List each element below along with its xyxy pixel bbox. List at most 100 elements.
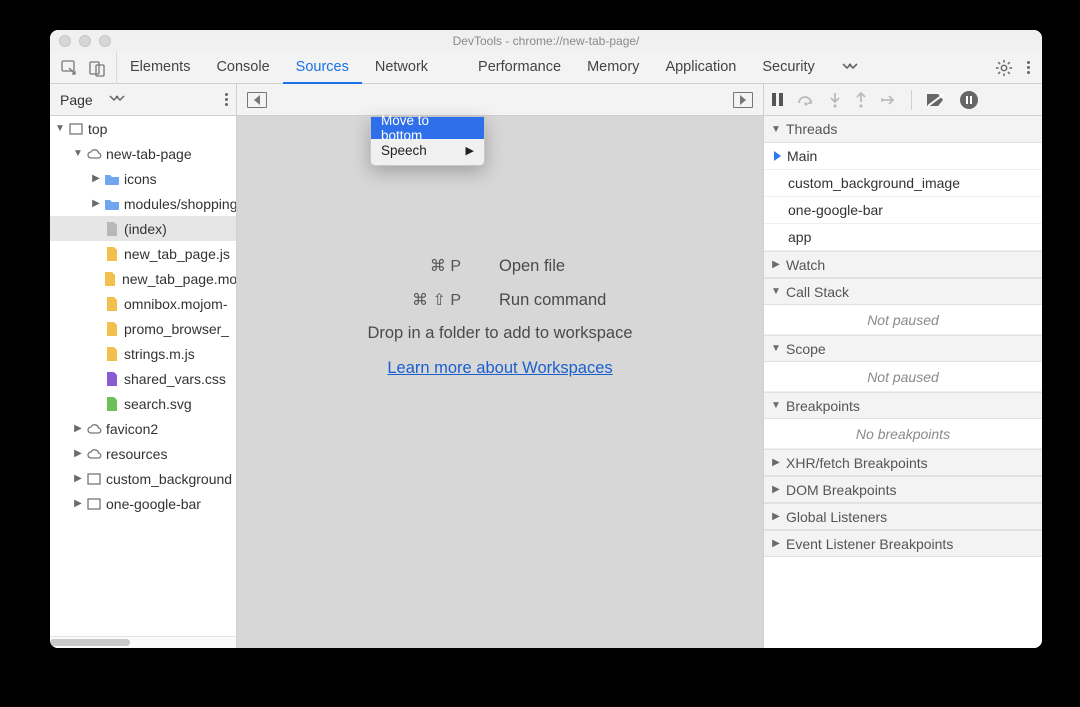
navigator-overflow-icon[interactable] bbox=[109, 95, 125, 104]
tree-label: custom_background bbox=[106, 471, 232, 487]
navigator-more-icon[interactable] bbox=[225, 93, 228, 106]
chevron-right-icon[interactable]: ▶ bbox=[72, 473, 84, 484]
shortcut-open-file-label: Open file bbox=[499, 257, 649, 276]
shortcut-run-command-label: Run command bbox=[499, 291, 649, 310]
thread-row[interactable]: app bbox=[764, 224, 1042, 251]
folder-icon bbox=[104, 171, 120, 187]
chevron-right-icon[interactable]: ▶ bbox=[90, 173, 102, 184]
section-callstack[interactable]: ▼Call Stack bbox=[764, 278, 1042, 305]
scope-status: Not paused bbox=[764, 362, 1042, 392]
section-dom[interactable]: ▶DOM Breakpoints bbox=[764, 476, 1042, 503]
deactivate-breakpoints-icon[interactable] bbox=[926, 93, 946, 107]
section-breakpoints[interactable]: ▼Breakpoints bbox=[764, 392, 1042, 419]
tree-label: icons bbox=[124, 171, 157, 187]
more-menu-icon[interactable] bbox=[1027, 61, 1030, 74]
pause-on-exceptions-icon[interactable] bbox=[960, 91, 978, 109]
shortcut-open-file-keys: ⌘ P bbox=[351, 256, 461, 276]
ctx-item-label: Move to bottom bbox=[381, 113, 474, 143]
tabs-overflow[interactable] bbox=[828, 52, 872, 84]
step-over-icon[interactable] bbox=[797, 93, 815, 107]
chevron-right-icon[interactable]: ▶ bbox=[72, 448, 84, 459]
thread-row[interactable]: Main bbox=[764, 143, 1042, 170]
section-scope[interactable]: ▼Scope bbox=[764, 335, 1042, 362]
file-yellow-icon bbox=[104, 346, 120, 362]
tree-row[interactable]: (index) bbox=[50, 216, 236, 241]
drop-hint: Drop in a folder to add to workspace bbox=[351, 324, 649, 343]
step-into-icon[interactable] bbox=[829, 92, 841, 108]
chevron-down-icon[interactable]: ▼ bbox=[54, 123, 66, 134]
section-event[interactable]: ▶Event Listener Breakpoints bbox=[764, 530, 1042, 557]
tab-elements[interactable]: Elements bbox=[117, 52, 203, 84]
tab-memory[interactable]: Memory bbox=[574, 52, 652, 84]
chevron-down-icon[interactable]: ▼ bbox=[72, 148, 84, 159]
file-tree[interactable]: ▼ top ▼new-tab-page ▶ icons ▶modules/shopping… bbox=[50, 116, 236, 636]
thread-row[interactable]: one-google-bar bbox=[764, 197, 1042, 224]
tree-label: new_tab_page.mojom bbox=[122, 271, 236, 287]
tree-row[interactable]: new_tab_page.js bbox=[50, 241, 236, 266]
section-global[interactable]: ▶Global Listeners bbox=[764, 503, 1042, 530]
file-green-icon bbox=[104, 396, 120, 412]
main-tabs-row: Elements Console Sources Network Perform… bbox=[50, 52, 1042, 84]
tree-row[interactable]: ▶favicon2 bbox=[50, 416, 236, 441]
breakpoints-status: No breakpoints bbox=[764, 419, 1042, 449]
columns: ▼ top ▼new-tab-page ▶ icons ▶modules/shopping… bbox=[50, 116, 1042, 648]
cloud-icon bbox=[86, 421, 102, 437]
cloud-icon bbox=[86, 146, 102, 162]
device-toolbar-icon[interactable] bbox=[88, 59, 106, 77]
tree-row[interactable]: ▶resources bbox=[50, 441, 236, 466]
tree-row[interactable]: ▼ top bbox=[50, 116, 236, 141]
sidebar-scrollbar[interactable] bbox=[50, 636, 236, 648]
tab-performance[interactable]: Performance bbox=[465, 52, 574, 84]
tree-row[interactable]: ▶modules/shopping bbox=[50, 191, 236, 216]
tree-row[interactable]: search.svg bbox=[50, 391, 236, 416]
collapse-navigator-icon[interactable] bbox=[247, 92, 267, 108]
section-threads[interactable]: ▼Threads bbox=[764, 116, 1042, 143]
close-icon[interactable] bbox=[59, 35, 71, 47]
workspaces-link[interactable]: Learn more about Workspaces bbox=[387, 359, 612, 377]
collapse-debugger-icon[interactable] bbox=[733, 92, 753, 108]
chevron-right-icon[interactable]: ▶ bbox=[72, 423, 84, 434]
zoom-icon[interactable] bbox=[99, 35, 111, 47]
tab-sources[interactable]: Sources bbox=[283, 52, 362, 84]
file-yellow-icon bbox=[104, 321, 120, 337]
tree-label: (index) bbox=[124, 221, 167, 237]
file-yellow-icon bbox=[104, 246, 120, 262]
tab-security[interactable]: Security bbox=[749, 52, 827, 84]
navigator-sidebar: ▼ top ▼new-tab-page ▶ icons ▶modules/shopping… bbox=[50, 116, 237, 648]
section-watch[interactable]: ▶Watch bbox=[764, 251, 1042, 278]
chevron-right-icon[interactable]: ▶ bbox=[90, 198, 102, 209]
tree-row[interactable]: ▶ custom_background bbox=[50, 466, 236, 491]
tree-label: strings.m.js bbox=[124, 346, 195, 362]
step-out-icon[interactable] bbox=[855, 92, 867, 108]
tree-row[interactable]: omnibox.mojom- bbox=[50, 291, 236, 316]
pause-icon[interactable] bbox=[772, 93, 783, 106]
panel-toolbar: Page bbox=[50, 84, 1042, 116]
tree-row[interactable]: promo_browser_ bbox=[50, 316, 236, 341]
debugger-toolbar bbox=[764, 84, 1042, 115]
settings-icon[interactable] bbox=[995, 59, 1013, 77]
tree-row[interactable]: ▶ icons bbox=[50, 166, 236, 191]
step-icon[interactable] bbox=[881, 94, 897, 106]
chevron-right-icon[interactable]: ▶ bbox=[72, 498, 84, 509]
navigator-tab-page[interactable]: Page bbox=[60, 92, 93, 108]
frame-icon bbox=[68, 121, 84, 137]
thread-row[interactable]: custom_background_image bbox=[764, 170, 1042, 197]
file-yellow-icon bbox=[104, 296, 120, 312]
tree-row[interactable]: shared_vars.css bbox=[50, 366, 236, 391]
minimize-icon[interactable] bbox=[79, 35, 91, 47]
tree-row[interactable]: ▶one-google-bar bbox=[50, 491, 236, 516]
tree-row[interactable]: ▼new-tab-page bbox=[50, 141, 236, 166]
file-gray-icon bbox=[104, 221, 120, 237]
section-xhr[interactable]: ▶XHR/fetch Breakpoints bbox=[764, 449, 1042, 476]
ctx-move-to-bottom[interactable]: Move to bottom bbox=[371, 117, 484, 139]
tree-label: top bbox=[88, 121, 107, 137]
navigator-header: Page bbox=[50, 84, 237, 115]
tree-row[interactable]: new_tab_page.mojom bbox=[50, 266, 236, 291]
titlebar: DevTools - chrome://new-tab-page/ bbox=[50, 30, 1042, 52]
tree-row[interactable]: strings.m.js bbox=[50, 341, 236, 366]
inspect-element-icon[interactable] bbox=[60, 59, 78, 77]
tab-application[interactable]: Application bbox=[652, 52, 749, 84]
tab-console[interactable]: Console bbox=[203, 52, 282, 84]
folder-icon bbox=[104, 196, 120, 212]
tab-network[interactable]: Network bbox=[362, 52, 441, 84]
